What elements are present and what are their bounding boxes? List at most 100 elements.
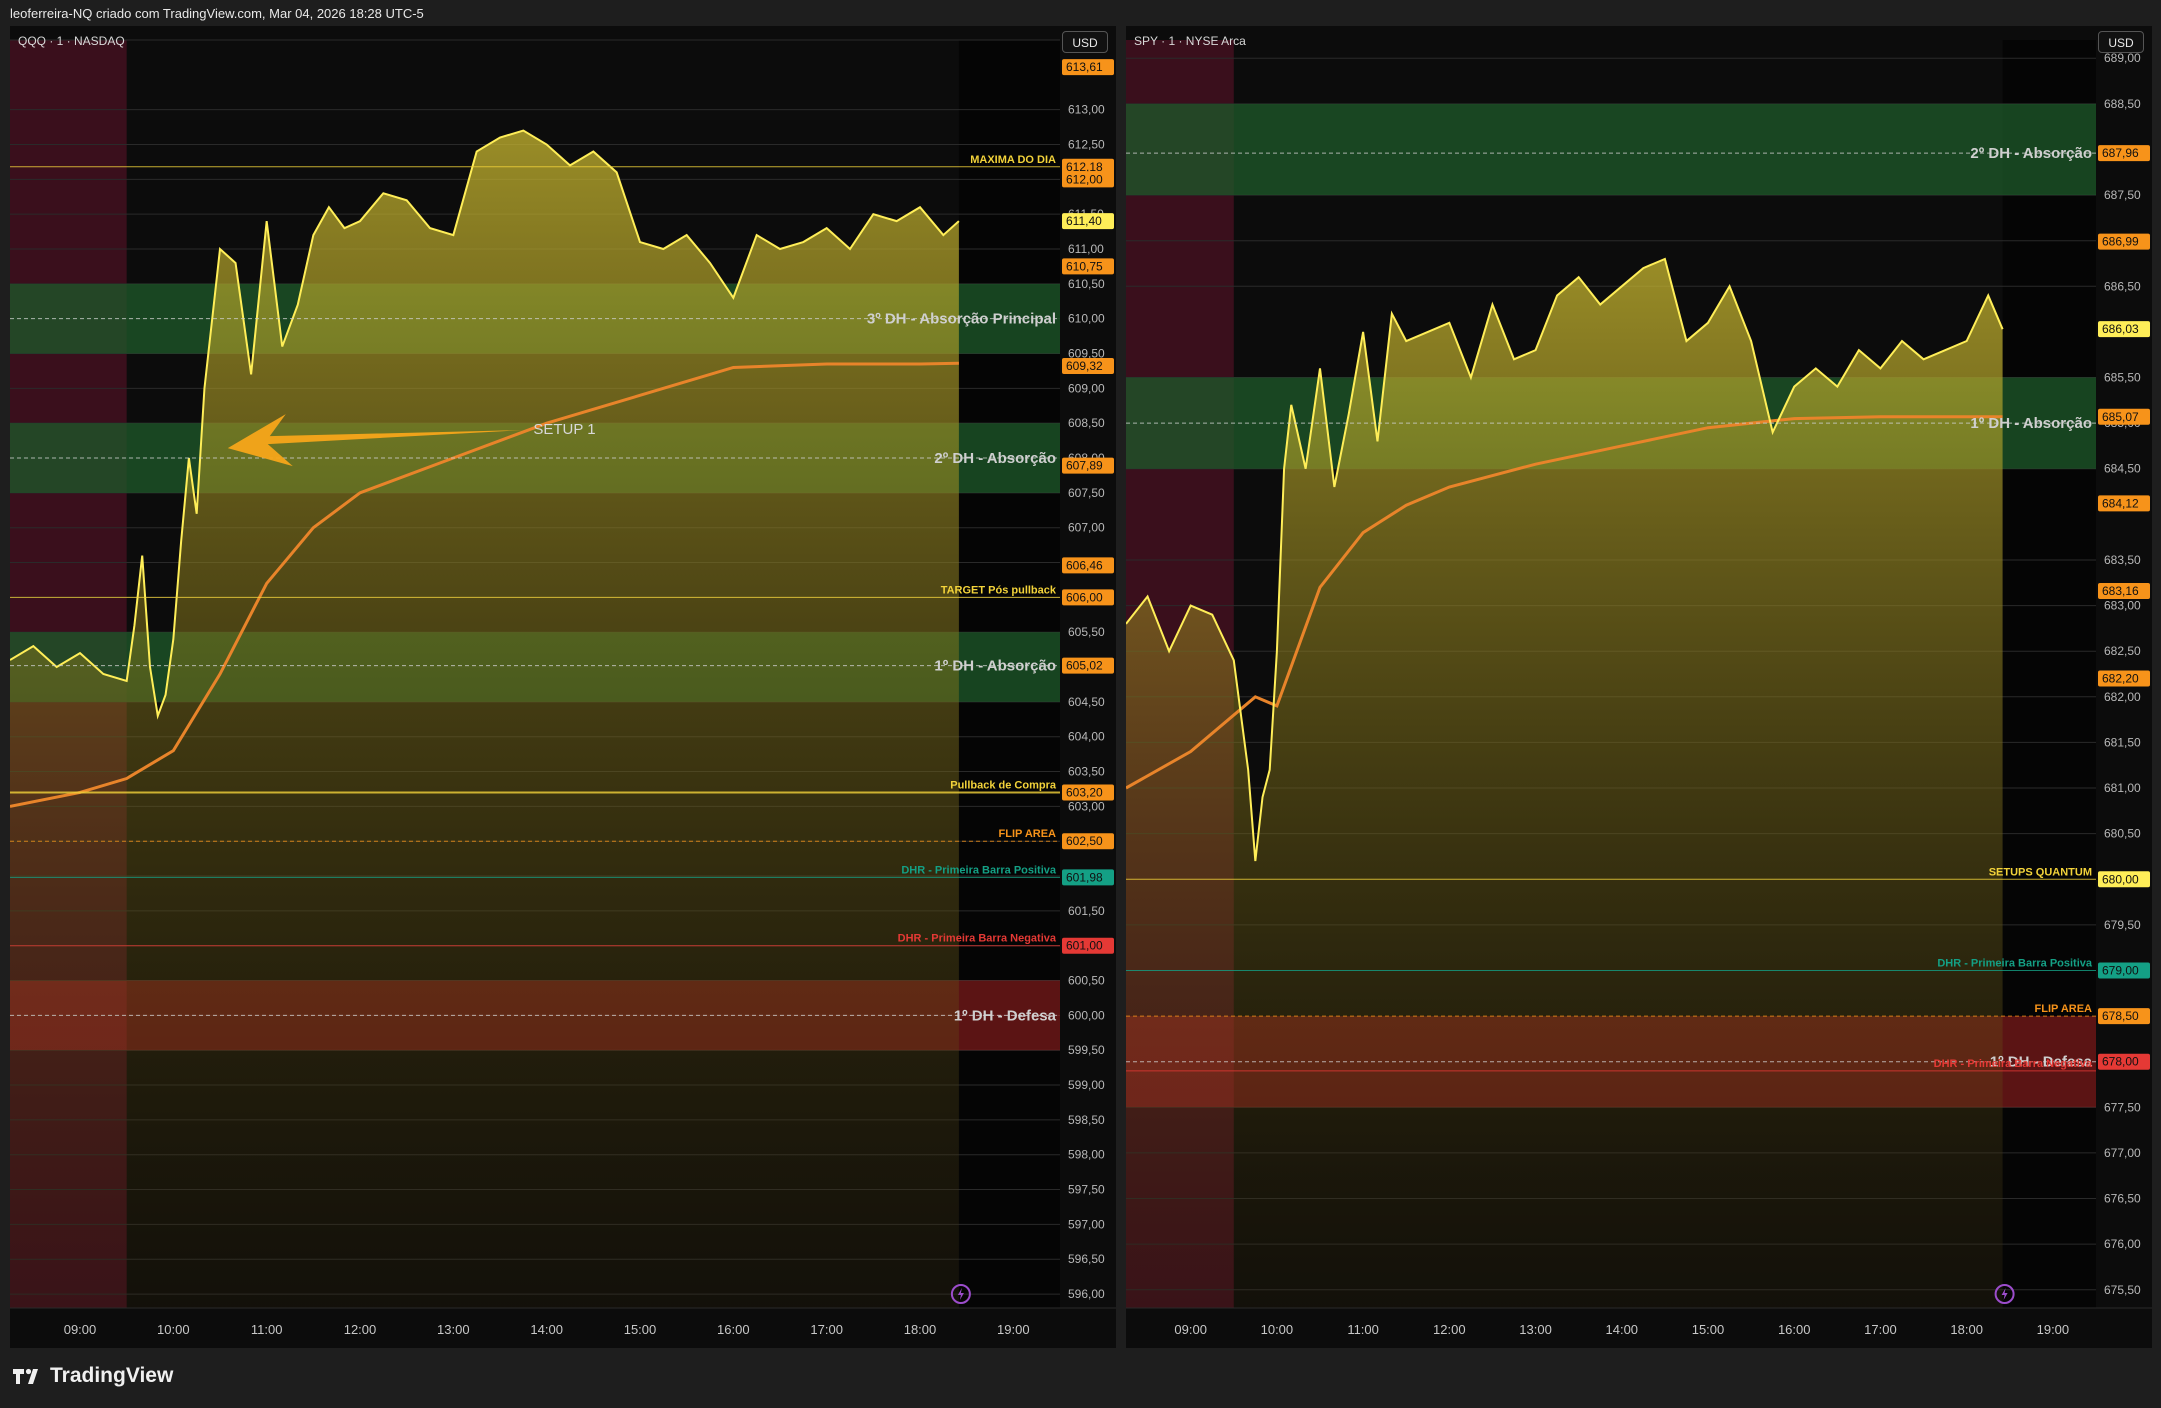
spy-y-tick-12: 681,50: [2104, 735, 2141, 749]
qqq-price-tag-11: 602,50: [1066, 834, 1103, 848]
spy-x-tick-8: 17:00: [1864, 1322, 1897, 1337]
spy-y-tick-8: 683,50: [2104, 553, 2141, 567]
spy-x-tick-1: 10:00: [1261, 1322, 1294, 1337]
spy-y-tick-14: 680,50: [2104, 827, 2141, 841]
qqq-level-label-6: FLIP AREA: [999, 828, 1057, 840]
qqq-y-tick-20: 603,50: [1068, 765, 1105, 779]
qqq-x-tick-2: 11:00: [251, 1322, 283, 1337]
spy-level-label-6: DHR - Primeira Barra Negativa: [1934, 1058, 2093, 1070]
qqq-y-tick-18: 604,50: [1068, 695, 1105, 709]
spy-y-tick-19: 676,00: [2104, 1237, 2141, 1251]
spy-level-label-3: DHR - Primeira Barra Positiva: [1937, 957, 2093, 969]
qqq-y-tick-32: 597,50: [1068, 1183, 1105, 1197]
qqq-price-tag-10: 603,20: [1066, 785, 1103, 799]
spy-zone-0: [1126, 103, 2096, 196]
qqq-level-label-2: 2º DH - Absorção: [934, 450, 1056, 467]
qqq-y-tick-26: 600,50: [1068, 974, 1105, 988]
qqq-y-tick-33: 597,00: [1068, 1217, 1105, 1231]
spy-price-tag-7: 680,00: [2102, 872, 2139, 886]
spy-level-label-0: 2º DH - Absorção: [1970, 145, 2092, 162]
qqq-price-tag-9: 605,02: [1066, 659, 1103, 673]
qqq-chart-panel[interactable]: MAXIMA DO DIA 3º DH - Absorção Principal 2…: [10, 26, 1116, 1348]
spy-y-tick-2: 687,50: [2104, 188, 2141, 202]
spy-y-tick-4: 686,50: [2104, 279, 2141, 293]
qqq-level-label-0: MAXIMA DO DIA: [970, 154, 1056, 166]
spy-y-tick-15: 679,50: [2104, 918, 2141, 932]
qqq-y-tick-1: 613,00: [1068, 103, 1105, 117]
qqq-y-tick-12: 607,50: [1068, 486, 1105, 500]
qqq-level-label-7: DHR - Primeira Barra Positiva: [901, 864, 1057, 876]
spy-price-tag-8: 679,00: [2102, 963, 2139, 977]
spy-y-tick-16: 677,50: [2104, 1100, 2141, 1114]
spy-y-tick-17: 677,00: [2104, 1146, 2141, 1160]
spy-level-label-2: SETUPS QUANTUM: [1989, 866, 2092, 878]
spy-y-tick-9: 683,00: [2104, 599, 2141, 613]
qqq-x-tick-3: 12:00: [344, 1322, 377, 1337]
spy-level-label-1: 1º DH - Absorção: [1970, 415, 2092, 432]
qqq-y-tick-13: 607,00: [1068, 521, 1105, 535]
qqq-price-tag-3: 611,40: [1066, 214, 1102, 228]
qqq-x-tick-0: 09:00: [64, 1322, 97, 1337]
spy-x-tick-3: 12:00: [1433, 1322, 1466, 1337]
spy-symbol-title[interactable]: SPY · 1 · NYSE Arca: [1134, 34, 1246, 48]
spy-x-tick-4: 13:00: [1519, 1322, 1552, 1337]
spy-x-tick-0: 09:00: [1174, 1322, 1207, 1337]
spy-y-tick-10: 682,50: [2104, 644, 2141, 658]
spy-x-tick-9: 18:00: [1950, 1322, 1983, 1337]
qqq-x-tick-7: 16:00: [717, 1322, 750, 1337]
spy-level-label-4: FLIP AREA: [2035, 1003, 2093, 1015]
spy-x-tick-6: 15:00: [1692, 1322, 1725, 1337]
spy-y-tick-11: 682,00: [2104, 690, 2141, 704]
qqq-level-label-9: 1º DH - Defesa: [954, 1007, 1057, 1024]
tradingview-footer[interactable]: TradingView: [12, 1364, 173, 1388]
qqq-level-label-4: 1º DH - Absorção: [934, 658, 1056, 675]
qqq-chart-svg[interactable]: MAXIMA DO DIA 3º DH - Absorção Principal 2…: [10, 26, 1116, 1348]
qqq-x-tick-10: 19:00: [997, 1322, 1030, 1337]
qqq-level-label-3: TARGET Pós pullback: [941, 584, 1057, 596]
spy-price-tag-6: 682,20: [2102, 672, 2139, 686]
qqq-y-tick-16: 605,50: [1068, 625, 1105, 639]
qqq-x-tick-1: 10:00: [157, 1322, 190, 1337]
qqq-price-tag-13: 601,00: [1066, 939, 1103, 953]
qqq-symbol-title[interactable]: QQQ · 1 · NASDAQ: [18, 34, 125, 48]
qqq-x-tick-8: 17:00: [810, 1322, 843, 1337]
spy-price-tag-4: 684,12: [2102, 496, 2139, 510]
spy-afterhours-bg: [2002, 40, 2096, 1308]
qqq-y-tick-34: 596,50: [1068, 1252, 1105, 1266]
qqq-price-tag-12: 601,98: [1066, 870, 1103, 884]
qqq-y-tick-9: 609,00: [1068, 381, 1105, 395]
qqq-level-label-5: Pullback de Compra: [950, 779, 1057, 791]
spy-y-tick-7: 684,50: [2104, 462, 2141, 476]
spy-y-tick-20: 675,50: [2104, 1283, 2141, 1297]
tradingview-logo-icon: [13, 1368, 38, 1384]
spy-chart-svg[interactable]: 2º DH - Absorção 1º DH - Absorção SETUPS Q…: [1126, 26, 2152, 1348]
qqq-price-tag-6: 607,89: [1066, 459, 1103, 473]
qqq-price-tag-2: 612,00: [1066, 172, 1103, 186]
spy-x-tick-10: 19:00: [2037, 1322, 2070, 1337]
spy-chart-panel[interactable]: 2º DH - Absorção 1º DH - Absorção SETUPS Q…: [1126, 26, 2152, 1348]
spy-y-tick-13: 681,00: [2104, 781, 2141, 795]
qqq-y-tick-24: 601,50: [1068, 904, 1105, 918]
qqq-y-tick-35: 596,00: [1068, 1287, 1105, 1301]
qqq-x-tick-9: 18:00: [904, 1322, 937, 1337]
spy-price-tag-0: 687,96: [2102, 146, 2139, 160]
spy-currency-button[interactable]: USD: [2098, 31, 2144, 53]
tradingview-brand-text: TradingView: [50, 1364, 174, 1387]
qqq-x-tick-6: 15:00: [624, 1322, 657, 1337]
spy-price-tag-9: 678,50: [2102, 1009, 2139, 1023]
qqq-currency-button[interactable]: USD: [1062, 31, 1108, 53]
qqq-y-tick-7: 610,00: [1068, 312, 1105, 326]
qqq-y-tick-2: 612,50: [1068, 138, 1105, 152]
spy-x-tick-2: 11:00: [1347, 1322, 1379, 1337]
qqq-level-label-1: 3º DH - Absorção Principal: [867, 311, 1056, 328]
spy-y-tick-5: 685,50: [2104, 371, 2141, 385]
spy-y-tick-18: 676,50: [2104, 1192, 2141, 1206]
chart-header-text: leoferreira-NQ criado com TradingView.co…: [10, 6, 424, 21]
qqq-y-tick-29: 599,00: [1068, 1078, 1105, 1092]
qqq-level-label-8: DHR - Primeira Barra Negativa: [898, 933, 1057, 945]
qqq-y-tick-21: 603,00: [1068, 799, 1105, 813]
qqq-x-tick-5: 14:00: [530, 1322, 563, 1337]
spy-x-tick-7: 16:00: [1778, 1322, 1811, 1337]
spy-price-tag-5: 683,16: [2102, 584, 2139, 598]
qqq-y-tick-6: 610,50: [1068, 277, 1105, 291]
